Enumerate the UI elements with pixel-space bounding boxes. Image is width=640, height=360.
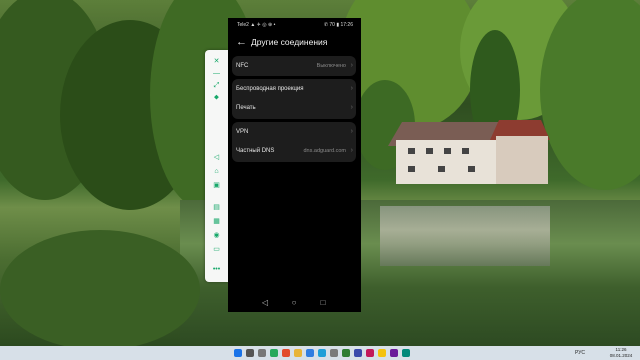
- back-arrow-icon[interactable]: ←: [236, 34, 247, 50]
- search-icon[interactable]: [246, 349, 254, 357]
- folder-icon[interactable]: ▭: [205, 244, 228, 256]
- phone-screen: Tele2 ▲ ✈ ◎ ⊕ • ✆ 70 ▮ 17:26 ← Другие со…: [228, 18, 361, 312]
- app-icon[interactable]: [306, 349, 314, 357]
- nav-bar: ◁ ○ □: [228, 296, 361, 310]
- volume-icon[interactable]: ◁: [205, 152, 228, 164]
- house: [378, 118, 550, 188]
- more-icon[interactable]: •••: [205, 264, 228, 276]
- app-icon[interactable]: [342, 349, 350, 357]
- camera-icon[interactable]: ◉: [205, 230, 228, 242]
- header: ← Другие соединения: [228, 34, 361, 52]
- nav-back-icon[interactable]: ◁: [258, 296, 272, 310]
- clock-date: 08.01.2024: [609, 353, 633, 358]
- close-icon[interactable]: ✕: [205, 56, 228, 68]
- projection-row[interactable]: Беспроводная проекция ›: [232, 79, 356, 99]
- status-bar: Tele2 ▲ ✈ ◎ ⊕ • ✆ 70 ▮ 17:26: [228, 18, 361, 32]
- status-left: Tele2 ▲ ✈ ◎ ⊕ •: [237, 22, 276, 28]
- riverbank-foliage: [0, 230, 200, 346]
- vpn-label: VPN: [236, 129, 249, 135]
- projection-label: Беспроводная проекция: [236, 86, 304, 92]
- private-dns-row[interactable]: Частный DNS dns.adguard.com ›: [232, 141, 356, 161]
- pin-icon[interactable]: ⬥: [205, 92, 228, 104]
- nfc-value: Выключено: [316, 63, 346, 69]
- minimize-icon[interactable]: —: [205, 68, 228, 80]
- keyboard-icon[interactable]: ▦: [205, 216, 228, 228]
- yandex-browser-icon[interactable]: [378, 349, 386, 357]
- app-icon[interactable]: [390, 349, 398, 357]
- chevron-right-icon: ›: [350, 128, 353, 135]
- projection-card: Беспроводная проекция › Печать ›: [232, 79, 356, 119]
- chevron-right-icon: ›: [350, 147, 353, 154]
- private-dns-label: Частный DNS: [236, 148, 275, 154]
- house-reflection: [380, 206, 550, 266]
- vpn-card: VPN › Частный DNS dns.adguard.com ›: [232, 122, 356, 162]
- private-dns-value: dns.adguard.com: [303, 148, 347, 154]
- app-icon[interactable]: [366, 349, 374, 357]
- taskbar: РУС 11:26 08.01.2024: [0, 346, 640, 360]
- app-icon[interactable]: [282, 349, 290, 357]
- whatsapp-icon[interactable]: [270, 349, 278, 357]
- task-view-icon[interactable]: [258, 349, 266, 357]
- chevron-right-icon: ›: [350, 104, 353, 111]
- screenshot-icon[interactable]: ▣: [205, 180, 228, 192]
- vpn-row[interactable]: VPN ›: [232, 122, 356, 142]
- app-icon[interactable]: [402, 349, 410, 357]
- nfc-row[interactable]: NFC Выключено ›: [232, 56, 356, 76]
- language-indicator[interactable]: РУС: [575, 346, 585, 360]
- expand-icon[interactable]: ⤢: [205, 80, 228, 92]
- chevron-right-icon: ›: [350, 85, 353, 92]
- page-title: Другие соединения: [251, 37, 328, 47]
- chevron-right-icon: ›: [350, 62, 353, 69]
- app-icon[interactable]: [318, 349, 326, 357]
- app-icon[interactable]: [354, 349, 362, 357]
- nfc-label: NFC: [236, 63, 249, 69]
- status-right: ✆ 70 ▮ 17:26: [323, 22, 353, 28]
- menu-icon[interactable]: ▤: [205, 202, 228, 214]
- start-icon[interactable]: [234, 349, 242, 357]
- tree-foliage: [540, 0, 640, 190]
- nfc-card: NFC Выключено ›: [232, 56, 356, 76]
- print-row[interactable]: Печать ›: [232, 98, 356, 118]
- nav-recent-icon[interactable]: □: [316, 296, 330, 310]
- clock[interactable]: 11:26 08.01.2024: [606, 347, 636, 359]
- phone-mirror-toolbar: ✕ — ⤢ ⬥ ◁ ⌂ ▣ ▤ ▦ ◉ ▭ •••: [205, 50, 228, 282]
- file-explorer-icon[interactable]: [294, 349, 302, 357]
- app-icon[interactable]: [330, 349, 338, 357]
- home-icon[interactable]: ⌂: [205, 166, 228, 178]
- nav-home-icon[interactable]: ○: [287, 296, 301, 310]
- print-label: Печать: [236, 105, 256, 111]
